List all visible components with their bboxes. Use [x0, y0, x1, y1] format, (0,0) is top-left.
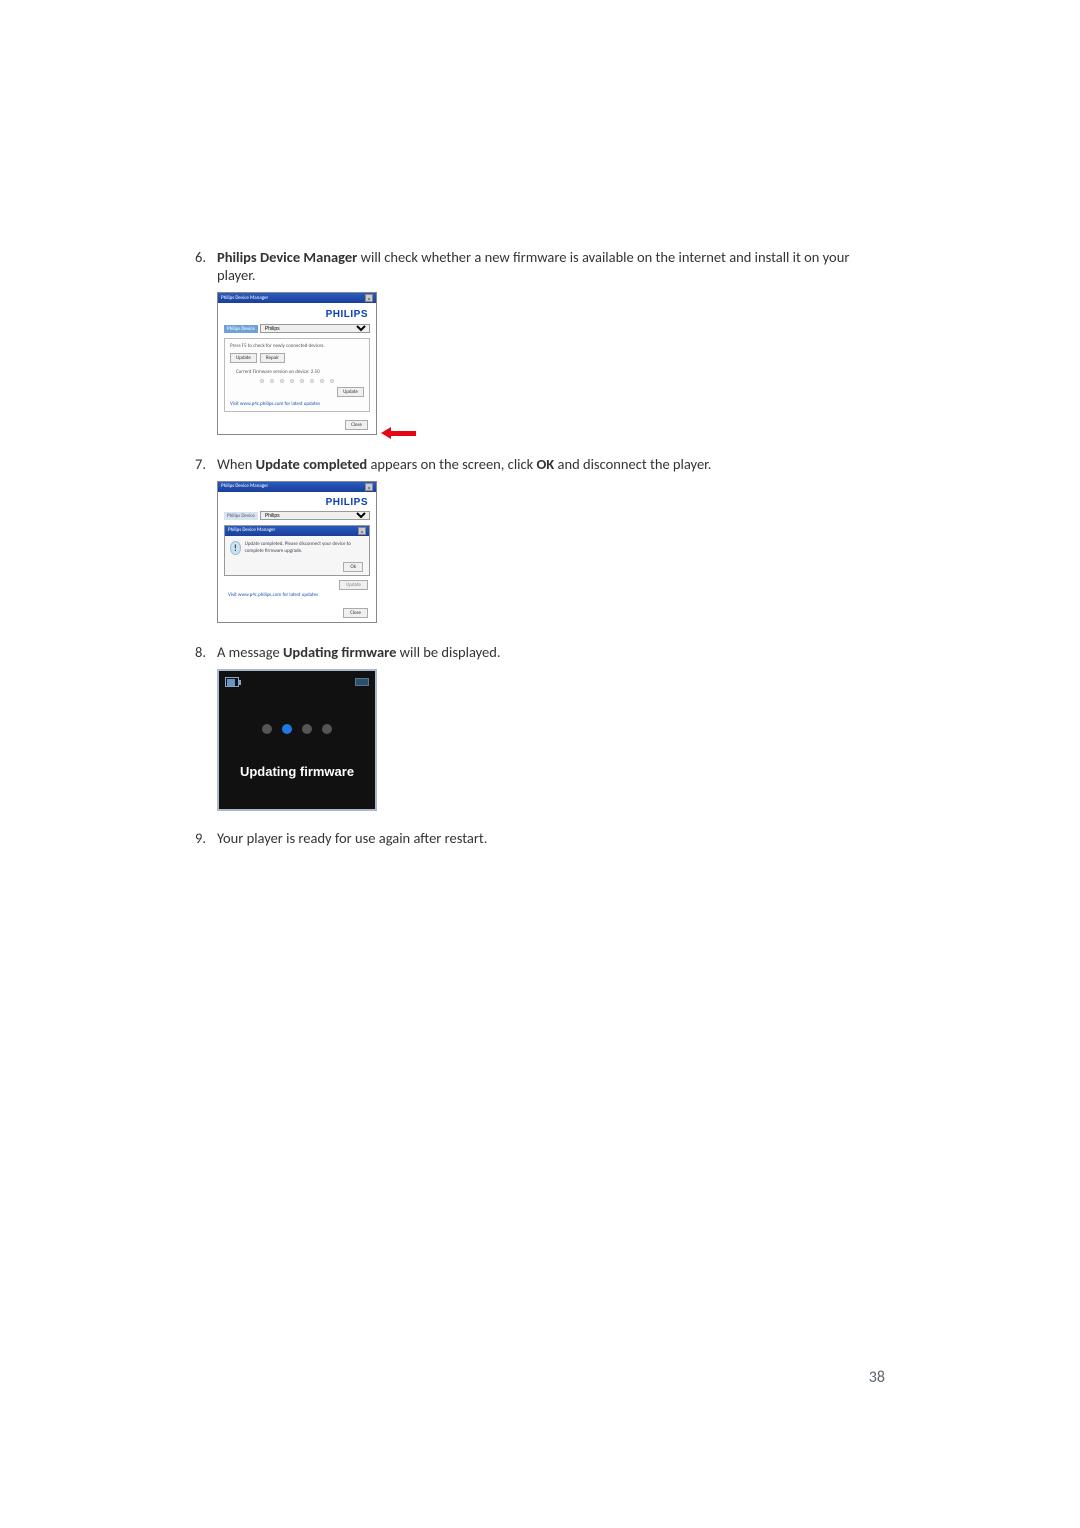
- dialog1-title: Philips Device Manager: [221, 295, 268, 301]
- dialog1-titlebar: Philips Device Manager ×: [218, 293, 376, 303]
- close-icon[interactable]: ×: [358, 527, 366, 535]
- step-7-text: When Update completed appears on the scr…: [217, 455, 885, 473]
- s8-prefix: A message: [217, 643, 283, 661]
- close-icon[interactable]: ×: [365, 483, 373, 491]
- step-6: 6. Philips Device Manager will check whe…: [195, 248, 885, 284]
- page-number: 38: [869, 1368, 885, 1387]
- updates-link[interactable]: Visit www.p4c.philips.com for latest upd…: [230, 401, 364, 407]
- popup-title: Philips Device Manager: [228, 527, 275, 535]
- step-9-text: Your player is ready for use again after…: [217, 829, 885, 847]
- close-button[interactable]: Close: [343, 608, 368, 618]
- repair-tab[interactable]: Repair: [260, 353, 285, 363]
- progress-dots: [230, 379, 364, 383]
- update-tab[interactable]: Update: [230, 353, 257, 363]
- player-statusbar: [219, 671, 375, 693]
- info-icon: !: [230, 541, 241, 555]
- dialog2-titlebar: Philips Device Manager ×: [218, 482, 376, 492]
- ok-button[interactable]: Ok: [343, 562, 363, 572]
- step-6-number: 6.: [195, 248, 217, 284]
- red-arrow-icon: [381, 428, 416, 438]
- step-7-number: 7.: [195, 455, 217, 473]
- player-progress-dots: [219, 693, 375, 764]
- dialog1-panel: Press F5 to check for newly connected de…: [224, 338, 370, 412]
- update-button[interactable]: Update: [337, 387, 364, 397]
- device-label: Philips Device: [224, 325, 258, 333]
- updating-firmware-label: Updating firmware: [219, 764, 375, 809]
- popup-titlebar: Philips Device Manager ×: [225, 526, 369, 536]
- device-label: Philips Device: [224, 512, 258, 520]
- step-8-text: A message Updating firmware will be disp…: [217, 643, 885, 661]
- device-select[interactable]: Philips: [260, 324, 370, 333]
- figure-2: Philips Device Manager × PHILIPS Philips…: [217, 481, 885, 623]
- step-8-number: 8.: [195, 643, 217, 661]
- close-icon[interactable]: ×: [365, 294, 373, 302]
- figure-3: Updating firmware: [217, 669, 885, 811]
- device-select[interactable]: Philips: [260, 511, 370, 520]
- updates-link[interactable]: Visit www.p4c.philips.com for latest upd…: [218, 588, 376, 606]
- f5-hint: Press F5 to check for newly connected de…: [230, 343, 364, 349]
- popup-message: Update completed. Please disconnect your…: [245, 541, 364, 554]
- step-7: 7. When Update completed appears on the …: [195, 455, 885, 473]
- firmware-version: Current Firmware version on device: 2.50: [236, 369, 364, 375]
- s7-mid: appears on the screen, click: [367, 455, 536, 473]
- s7-suffix: and disconnect the player.: [554, 455, 711, 473]
- device-row: Philips Device Philips: [218, 324, 376, 336]
- device-manager-dialog-1: Philips Device Manager × PHILIPS Philips…: [217, 292, 377, 435]
- tab-row: Update Repair: [230, 353, 364, 363]
- close-button[interactable]: Close: [345, 420, 368, 430]
- step-8: 8. A message Updating firmware will be d…: [195, 643, 885, 661]
- step-6-text: Philips Device Manager will check whethe…: [217, 248, 885, 284]
- figure-1: Philips Device Manager × PHILIPS Philips…: [217, 292, 885, 435]
- device-manager-dialog-2: Philips Device Manager × PHILIPS Philips…: [217, 481, 377, 623]
- dialog2-logo-row: PHILIPS: [218, 492, 376, 511]
- small-battery-icon: [355, 678, 369, 686]
- player-screen: Updating firmware: [217, 669, 377, 811]
- step-9-number: 9.: [195, 829, 217, 847]
- s8-suffix: will be displayed.: [396, 643, 500, 661]
- step-9: 9. Your player is ready for use again af…: [195, 829, 885, 847]
- s7-prefix: When: [217, 455, 256, 473]
- dialog1-logo-row: PHILIPS: [218, 303, 376, 324]
- s7-bold2: OK: [536, 455, 554, 473]
- s7-bold1: Update completed: [256, 455, 368, 473]
- device-row: Philips Device Philips: [218, 511, 376, 523]
- dialog2-title: Philips Device Manager: [221, 483, 268, 491]
- battery-icon: [225, 677, 239, 687]
- philips-logo: PHILIPS: [326, 309, 368, 320]
- step-6-bold: Philips Device Manager: [217, 248, 357, 266]
- update-button-disabled: Update: [339, 580, 368, 590]
- s8-bold: Updating firmware: [283, 643, 396, 661]
- update-completed-popup: Philips Device Manager × ! Update comple…: [224, 525, 370, 576]
- philips-logo: PHILIPS: [326, 497, 368, 508]
